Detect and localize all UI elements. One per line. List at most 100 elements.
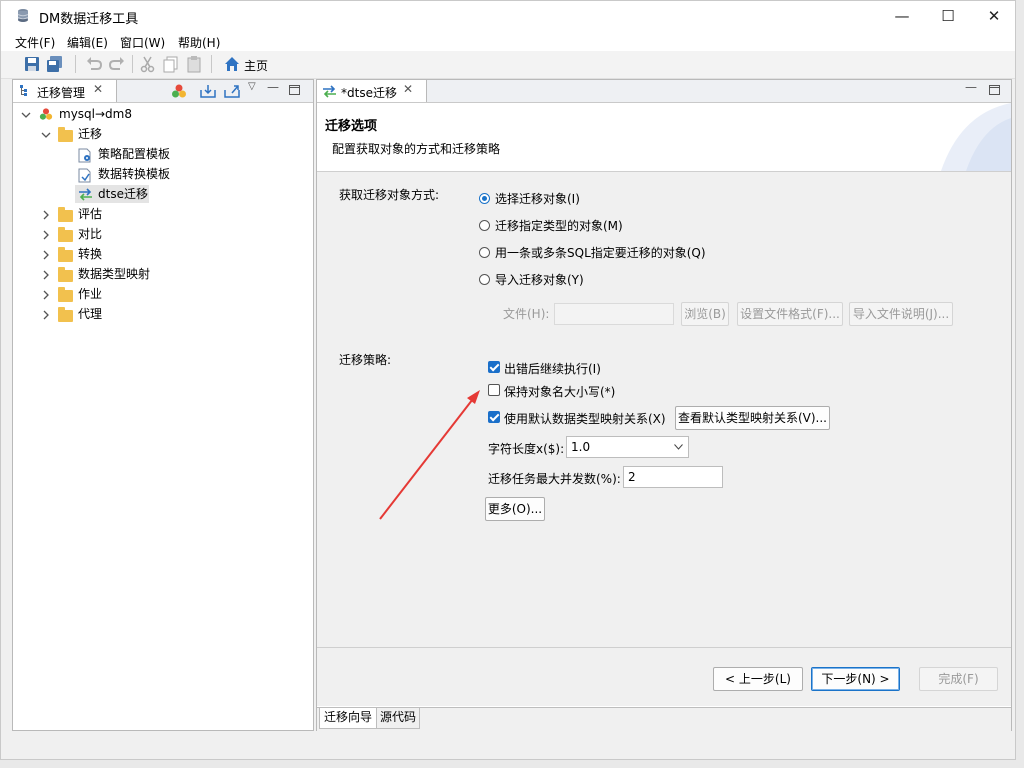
- tree-item-convert[interactable]: 转换: [78, 245, 102, 263]
- browse-button[interactable]: 浏览(B): [681, 302, 729, 326]
- expand-arrow-icon[interactable]: [21, 110, 31, 120]
- folder-icon: [58, 127, 73, 142]
- maximize-view-icon[interactable]: [989, 85, 1000, 95]
- next-step-button[interactable]: 下一步(N) >: [811, 667, 900, 691]
- tree-view-icon: [20, 85, 27, 96]
- minimize-view-icon[interactable]: —: [267, 80, 279, 94]
- connection-icon[interactable]: [171, 83, 187, 99]
- checkbox-continue-on-error-label[interactable]: 出错后继续执行(I): [504, 360, 601, 377]
- radio-select-objects[interactable]: [479, 193, 490, 204]
- tree-item-strategy-template[interactable]: 策略配置模板: [98, 145, 170, 163]
- file-label: 文件(H):: [503, 307, 550, 321]
- checkbox-keep-case-label[interactable]: 保持对象名大小写(*): [504, 383, 615, 400]
- collapse-arrow-icon[interactable]: [41, 210, 51, 220]
- view-default-mapping-button[interactable]: 查看默认类型映射关系(V)...: [675, 406, 830, 430]
- cut-icon[interactable]: [139, 55, 157, 73]
- folder-icon: [58, 247, 73, 262]
- home-icon[interactable]: [223, 55, 241, 73]
- tree-item-root[interactable]: mysql→dm8: [59, 105, 132, 123]
- tab-label: 迁移管理: [37, 86, 86, 100]
- file-format-button[interactable]: 设置文件格式(F)...: [737, 302, 843, 326]
- menu-window[interactable]: 窗口(W): [120, 34, 165, 51]
- collapse-arrow-icon[interactable]: [41, 310, 51, 320]
- window-title: DM数据迁移工具: [39, 12, 139, 27]
- char-length-label: 字符长度x($):: [488, 442, 565, 456]
- import-icon[interactable]: [200, 84, 216, 98]
- tree-item-migration[interactable]: 迁移: [78, 125, 102, 143]
- wizard-header: 迁移选项 配置获取对象的方式和迁移策略: [317, 103, 1011, 172]
- left-tabstrip: 迁移管理 ✕ ▽ —: [13, 80, 313, 103]
- file-input[interactable]: [554, 303, 674, 325]
- bottom-tabstrip: 迁移向导 源代码: [317, 707, 1011, 731]
- max-concurrency-label: 迁移任务最大并发数(%):: [488, 472, 621, 486]
- checkbox-default-mapping-label[interactable]: 使用默认数据类型映射关系(X): [504, 410, 666, 427]
- wizard-body: 获取迁移对象方式: 选择迁移对象(I) 迁移指定类型的对象(M) 用一条或多条S…: [317, 172, 1011, 706]
- save-all-icon[interactable]: [46, 55, 64, 73]
- tab-wizard[interactable]: 迁移向导: [319, 708, 377, 729]
- collapse-arrow-icon[interactable]: [41, 250, 51, 260]
- radio-specify-types-label[interactable]: 迁移指定类型的对象(M): [495, 217, 623, 234]
- radio-import-objects[interactable]: [479, 274, 490, 285]
- collapse-arrow-icon[interactable]: [41, 230, 51, 240]
- radio-sql-objects-label[interactable]: 用一条或多条SQL指定要迁移的对象(Q): [495, 244, 706, 261]
- max-concurrency-input[interactable]: 2: [623, 466, 723, 488]
- radio-select-objects-label[interactable]: 选择迁移对象(I): [495, 190, 580, 207]
- minimize-view-icon[interactable]: —: [965, 80, 977, 94]
- tree-item-agent[interactable]: 代理: [78, 305, 102, 323]
- title-bar: DM数据迁移工具 — ☐ ✕: [1, 1, 1015, 31]
- close-tab-icon[interactable]: ✕: [403, 82, 413, 96]
- import-description-button[interactable]: 导入文件说明(J)...: [849, 302, 953, 326]
- menu-help[interactable]: 帮助(H): [178, 34, 220, 51]
- database-icon: [17, 9, 29, 22]
- editor-panel: *dtse迁移 ✕ — 迁移选项 配置获取对象的方式和迁移策略 获取迁移对象方式…: [316, 79, 1012, 731]
- menu-file[interactable]: 文件(F): [15, 34, 55, 51]
- tree-item-dtse-migration[interactable]: dtse迁移: [98, 185, 148, 203]
- migrate-arrows-icon: [323, 85, 336, 98]
- strategy-label: 迁移策略:: [339, 353, 392, 367]
- home-label[interactable]: 主页: [244, 57, 268, 74]
- tree-item-transform-template[interactable]: 数据转换模板: [98, 165, 170, 183]
- close-tab-icon[interactable]: ✕: [93, 82, 103, 96]
- radio-sql-objects[interactable]: [479, 247, 490, 258]
- minimize-button[interactable]: —: [879, 1, 925, 31]
- prev-step-button[interactable]: < 上一步(L): [713, 667, 803, 691]
- save-icon[interactable]: [23, 55, 41, 73]
- char-length-select[interactable]: 1.0: [566, 436, 689, 458]
- annotation-arrow-icon: [379, 390, 480, 520]
- collapse-arrow-icon[interactable]: [41, 290, 51, 300]
- chevron-down-icon: [674, 444, 683, 450]
- toolbar: 主页: [1, 51, 1015, 79]
- finish-button[interactable]: 完成(F): [919, 667, 998, 691]
- collapse-arrow-icon[interactable]: [41, 270, 51, 280]
- maximize-button[interactable]: ☐: [925, 1, 971, 31]
- folder-icon: [58, 307, 73, 322]
- view-menu-icon[interactable]: ▽: [248, 81, 256, 92]
- more-button[interactable]: 更多(O)...: [485, 497, 545, 521]
- wizard-title: 迁移选项: [325, 119, 378, 134]
- tree-item-type-mapping[interactable]: 数据类型映射: [78, 265, 150, 283]
- char-length-value: 1.0: [571, 440, 591, 454]
- tree-item-compare[interactable]: 对比: [78, 225, 102, 243]
- header-decoration-icon: [941, 103, 1011, 171]
- tab-dtse-migration[interactable]: *dtse迁移 ✕: [317, 80, 427, 102]
- tab-migration-manager[interactable]: 迁移管理 ✕: [13, 80, 117, 102]
- tab-source-code[interactable]: 源代码: [376, 708, 420, 729]
- folder-icon: [58, 227, 73, 242]
- radio-specify-types[interactable]: [479, 220, 490, 231]
- checkbox-continue-on-error[interactable]: [488, 361, 500, 373]
- menu-bar: 文件(F) 编辑(E) 窗口(W) 帮助(H): [1, 31, 1015, 51]
- close-button[interactable]: ✕: [971, 1, 1017, 31]
- menu-edit[interactable]: 编辑(E): [67, 34, 108, 51]
- tree-item-job[interactable]: 作业: [78, 285, 102, 303]
- paste-icon[interactable]: [185, 55, 203, 73]
- expand-arrow-icon[interactable]: [41, 130, 51, 140]
- maximize-view-icon[interactable]: [289, 85, 300, 95]
- tab-label: *dtse迁移: [341, 86, 397, 100]
- undo-icon[interactable]: [85, 55, 103, 73]
- wizard-description: 配置获取对象的方式和迁移策略: [332, 142, 501, 156]
- radio-import-objects-label[interactable]: 导入迁移对象(Y): [495, 271, 584, 288]
- copy-icon[interactable]: [162, 55, 180, 73]
- tree-item-evaluate[interactable]: 评估: [78, 205, 102, 223]
- redo-icon[interactable]: [108, 55, 126, 73]
- export-icon[interactable]: [224, 84, 240, 98]
